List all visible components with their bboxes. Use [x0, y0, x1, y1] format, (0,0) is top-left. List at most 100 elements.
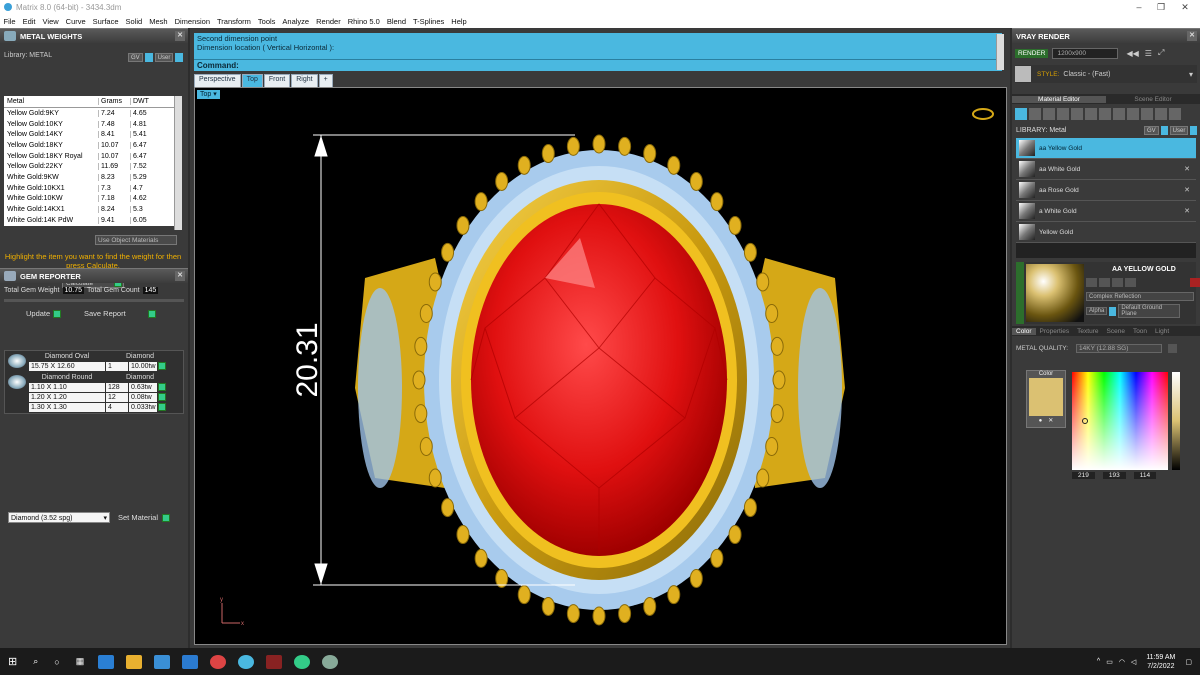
- app-green-icon[interactable]: [294, 654, 311, 669]
- tab-top[interactable]: Top: [241, 74, 263, 87]
- top-viewport[interactable]: Top ▾ 20.31 y x: [194, 87, 1007, 645]
- preview-tool-1-icon[interactable]: [1086, 278, 1097, 287]
- menu-view[interactable]: View: [39, 17, 62, 26]
- menu-surface[interactable]: Surface: [89, 17, 122, 26]
- vray-gv-icon[interactable]: [1160, 126, 1168, 135]
- gem-material-select[interactable]: Diamond (3.52 spg) ▾: [8, 512, 110, 523]
- user-toggle-icon[interactable]: [175, 53, 184, 62]
- prev-icon[interactable]: ◀◀: [1126, 49, 1138, 58]
- close-button[interactable]: ✕: [1172, 0, 1198, 14]
- gem-row-go-icon[interactable]: [158, 393, 166, 401]
- menu-render[interactable]: Render: [313, 17, 345, 26]
- command-scrollbar[interactable]: [996, 34, 1004, 70]
- menu-curve[interactable]: Curve: [62, 17, 89, 26]
- material-tool-9-icon[interactable]: [1127, 108, 1139, 120]
- subtab-light[interactable]: Light: [1151, 328, 1173, 335]
- table-row[interactable]: Yellow Gold:14KY 8.41 5.41: [4, 129, 174, 140]
- menu-analyze[interactable]: Analyze: [279, 17, 313, 26]
- edge-icon[interactable]: [98, 654, 115, 669]
- col-metal[interactable]: Metal: [4, 98, 98, 105]
- gem-divider-slider[interactable]: [4, 299, 184, 302]
- material-item[interactable]: aa Rose Gold ✕: [1016, 180, 1196, 201]
- brightness-slider[interactable]: [1172, 372, 1180, 470]
- material-tool-3-icon[interactable]: [1043, 108, 1055, 120]
- reflection-select[interactable]: Complex Reflection: [1086, 292, 1194, 301]
- menu-tsplines[interactable]: T-Splines: [410, 17, 448, 26]
- alpha-icon[interactable]: [1109, 306, 1117, 316]
- metal-quality-icon[interactable]: [1168, 344, 1178, 353]
- cortana-icon[interactable]: ○: [54, 657, 59, 667]
- color-picker-cursor[interactable]: [1082, 418, 1088, 424]
- table-row[interactable]: White Gold:14K PdW 9.41 6.05: [4, 215, 174, 226]
- wifi-icon[interactable]: ◠: [1119, 658, 1125, 666]
- network-icon[interactable]: ▭: [1106, 658, 1113, 666]
- col-dwt[interactable]: DWT: [130, 98, 174, 105]
- subtab-toon[interactable]: Toon: [1129, 328, 1151, 335]
- eyedropper-icon[interactable]: ●: [1039, 418, 1043, 424]
- file-explorer-icon[interactable]: [126, 654, 143, 669]
- remove-material-icon[interactable]: ✕: [1184, 207, 1190, 215]
- resolution-field[interactable]: 1200x900: [1052, 47, 1119, 59]
- table-row[interactable]: Yellow Gold:10KY 7.48 4.81: [4, 119, 174, 130]
- volume-icon[interactable]: ◁: [1131, 658, 1136, 666]
- material-item[interactable]: aa Yellow Gold: [1016, 138, 1196, 159]
- matrix-app-icon[interactable]: [238, 654, 255, 669]
- table-row[interactable]: White Gold:10KW 7.18 4.62: [4, 194, 174, 205]
- use-object-materials-checkbox[interactable]: Use Object Materials: [95, 235, 177, 245]
- maximize-button[interactable]: ❐: [1148, 0, 1174, 14]
- tray-chevron-icon[interactable]: ^: [1097, 658, 1100, 665]
- material-tool-5-icon[interactable]: [1071, 108, 1083, 120]
- tab-add[interactable]: +: [318, 74, 333, 87]
- style-selector[interactable]: STYLE: Classic - (Fast) ▾: [1015, 65, 1197, 83]
- tab-material-editor[interactable]: Material Editor: [1012, 95, 1106, 103]
- subtab-texture[interactable]: Texture: [1073, 328, 1102, 335]
- table-row[interactable]: White Gold:14KX1 8.24 5.3: [4, 204, 174, 215]
- app-gray-icon[interactable]: [322, 654, 339, 669]
- set-material-button[interactable]: Set Material: [118, 513, 171, 522]
- material-tool-1-icon[interactable]: [1015, 108, 1027, 120]
- menu-solid[interactable]: Solid: [122, 17, 146, 26]
- app-red-icon[interactable]: [266, 654, 283, 669]
- menu-edit[interactable]: Edit: [19, 17, 39, 26]
- menu-transform[interactable]: Transform: [214, 17, 255, 26]
- vray-gv-toggle[interactable]: GV: [1144, 126, 1159, 135]
- gv-toggle-icon[interactable]: [144, 53, 153, 62]
- tab-scene-editor[interactable]: Scene Editor: [1106, 96, 1200, 103]
- subtab-color[interactable]: Color: [1012, 327, 1036, 335]
- col-grams[interactable]: Grams: [98, 98, 130, 105]
- command-input[interactable]: Command:: [194, 59, 1002, 71]
- gem-row[interactable]: 1.20 X 1.20 12 0.08tw: [29, 392, 183, 402]
- metal-quality-select[interactable]: 14KY (12.88 SG): [1076, 344, 1163, 353]
- material-tool-8-icon[interactable]: [1113, 108, 1125, 120]
- material-tool-6-icon[interactable]: [1085, 108, 1097, 120]
- windows-start-icon[interactable]: ⊞: [8, 655, 17, 668]
- preview-tool-4-icon[interactable]: [1125, 278, 1136, 287]
- preview-tool-2-icon[interactable]: [1099, 278, 1110, 287]
- material-tool-12-icon[interactable]: [1169, 108, 1181, 120]
- vray-user-icon[interactable]: [1190, 126, 1198, 135]
- metal-weights-close-icon[interactable]: ✕: [175, 31, 185, 41]
- alpha-field[interactable]: Alpha: [1086, 307, 1108, 315]
- gem-row[interactable]: 15.75 X 12.60 1 10.00tw: [29, 361, 183, 371]
- gv-toggle[interactable]: GV: [128, 53, 143, 62]
- tab-perspective[interactable]: Perspective: [194, 74, 241, 87]
- material-tool-7-icon[interactable]: [1099, 108, 1111, 120]
- material-item[interactable]: Yellow Gold: [1016, 222, 1196, 243]
- table-row[interactable]: White Gold:10KX1 7.3 4.7: [4, 183, 174, 194]
- settings-icon[interactable]: ☰: [1145, 49, 1152, 58]
- search-icon[interactable]: ⌕: [33, 656, 38, 667]
- gem-row-go-icon[interactable]: [158, 403, 166, 411]
- material-tool-11-icon[interactable]: [1155, 108, 1167, 120]
- preview-refresh-icon[interactable]: [1190, 278, 1200, 287]
- metal-table-scrollbar[interactable]: [174, 96, 182, 230]
- menu-help[interactable]: Help: [448, 17, 470, 26]
- preview-side-tab[interactable]: [1016, 262, 1024, 324]
- menu-mesh[interactable]: Mesh: [146, 17, 171, 26]
- green-value[interactable]: 193: [1102, 472, 1126, 479]
- subtab-scene[interactable]: Scene: [1103, 328, 1129, 335]
- preview-tool-3-icon[interactable]: [1112, 278, 1123, 287]
- material-item[interactable]: a White Gold ✕: [1016, 201, 1196, 222]
- material-tool-10-icon[interactable]: [1141, 108, 1153, 120]
- ground-plane-select[interactable]: Default Ground Plane: [1118, 304, 1181, 318]
- material-tool-4-icon[interactable]: [1057, 108, 1069, 120]
